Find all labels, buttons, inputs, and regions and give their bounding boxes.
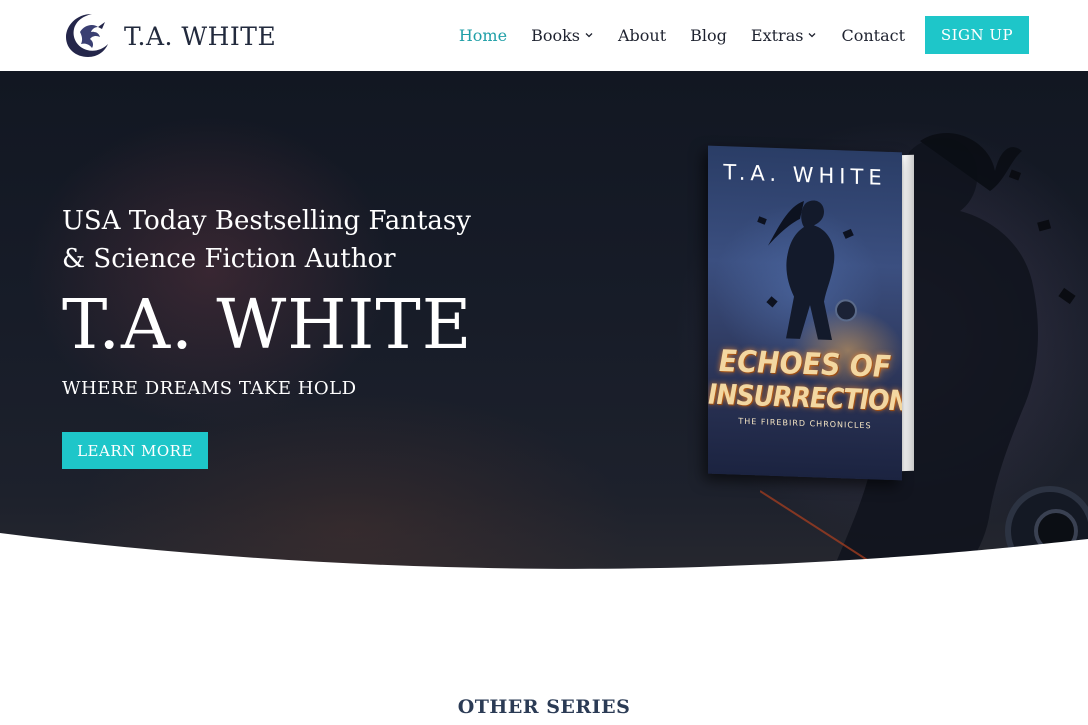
hero-text-block: USA Today Bestselling Fantasy & Science … xyxy=(62,202,482,399)
main-nav: Home Books About Blog Extras Contact SIG… xyxy=(435,16,1029,54)
nav-item-books[interactable]: Books xyxy=(531,26,594,45)
nav-item-extras[interactable]: Extras xyxy=(751,26,818,45)
nav-label: Books xyxy=(531,25,580,45)
nav-item-home[interactable]: Home xyxy=(459,26,507,45)
site-logo[interactable]: T.A. WHITE xyxy=(62,10,276,60)
book-cover: T.A. WHITE ECHOES OF INSURRECTION THE FI… xyxy=(708,145,902,481)
hero-banner: USA Today Bestselling Fantasy & Science … xyxy=(0,71,1088,601)
book-series: THE FIREBIRD CHRONICLES xyxy=(738,416,872,431)
chevron-down-icon xyxy=(808,33,816,38)
nav-label: Blog xyxy=(690,25,727,45)
featured-book[interactable]: T.A. WHITE ECHOES OF INSURRECTION THE FI… xyxy=(708,145,914,481)
hero-curve-divider xyxy=(0,533,1088,601)
logo-text: T.A. WHITE xyxy=(124,21,277,51)
chevron-down-icon xyxy=(585,33,593,38)
hero-tagline: USA Today Bestselling Fantasy & Science … xyxy=(62,206,471,274)
book-author: T.A. WHITE xyxy=(723,160,887,190)
other-series-heading: OTHER SERIES xyxy=(457,695,631,718)
nav-label: Extras xyxy=(750,25,804,45)
nav-item-contact[interactable]: Contact xyxy=(841,26,905,45)
nav-item-blog[interactable]: Blog xyxy=(690,26,727,45)
learn-more-button[interactable]: LEARN MORE xyxy=(62,432,208,469)
nav-label: Contact xyxy=(841,25,905,45)
book-cover-character-icon xyxy=(757,200,857,340)
nav-item-about[interactable]: About xyxy=(618,26,666,45)
site-header: T.A. WHITE Home Books About Blog Extras … xyxy=(0,0,1088,71)
hero-subtitle: WHERE DREAMS TAKE HOLD xyxy=(62,378,357,399)
nav-label: About xyxy=(618,25,667,45)
dragon-crescent-icon xyxy=(66,14,108,57)
nav-label: Home xyxy=(458,25,508,45)
hero-author-name: T.A. WHITE xyxy=(62,286,473,365)
book-title-line2: INSURRECTION xyxy=(708,377,902,418)
signup-button[interactable]: SIGN UP xyxy=(925,16,1029,54)
